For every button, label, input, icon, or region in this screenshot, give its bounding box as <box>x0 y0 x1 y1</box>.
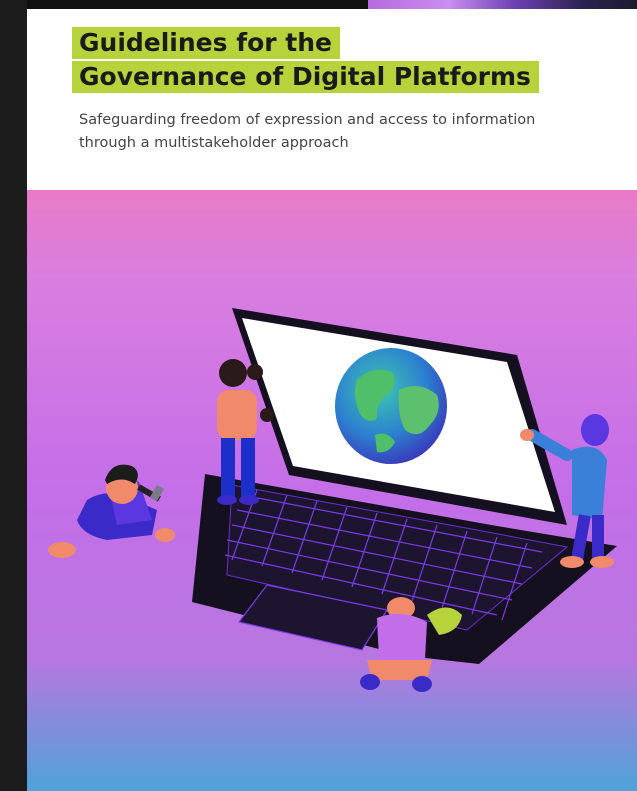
document-subtitle: Safeguarding freedom of expression and a… <box>79 109 599 155</box>
document-cover-page: Guidelines for the Governance of Digital… <box>27 9 637 791</box>
title-line-1: Guidelines for the <box>72 27 341 59</box>
document-title: Guidelines for the Governance of Digital… <box>72 27 539 93</box>
previous-page-edge <box>27 0 637 9</box>
globe-graphic <box>335 348 447 464</box>
cover-illustration <box>27 190 637 791</box>
subtitle-line-1: Safeguarding freedom of expression and a… <box>79 112 536 128</box>
viewer-left-margin <box>0 0 27 791</box>
title-line-2: Governance of Digital Platforms <box>72 61 539 93</box>
previous-page-art <box>368 0 637 9</box>
subtitle-line-2: through a multistakeholder approach <box>79 135 349 151</box>
